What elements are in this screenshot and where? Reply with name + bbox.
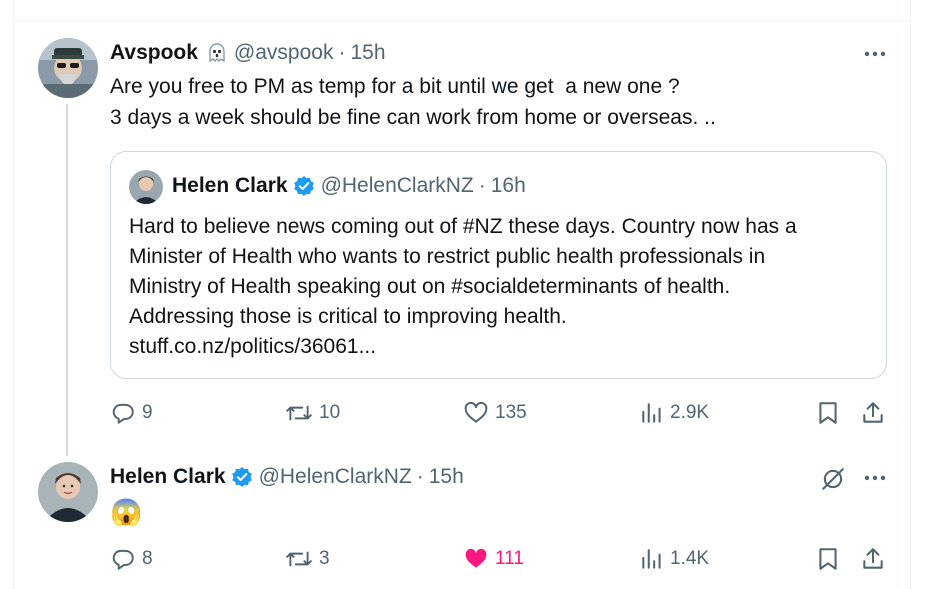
grok-icon	[822, 468, 844, 490]
quoted-tweet[interactable]: Helen Clark @HelenClarkNZ · 16h Hard to …	[110, 151, 887, 379]
separator-dot: ·	[338, 41, 346, 64]
tweet-text: Are you free to PM as temp for a bit unt…	[110, 71, 716, 133]
verified-badge-icon	[231, 466, 253, 488]
author-name[interactable]: Helen Clark	[110, 465, 226, 489]
thread-line	[66, 104, 68, 456]
views-icon	[642, 549, 661, 569]
grok-button[interactable]	[818, 464, 848, 494]
quote-header: Helen Clark @HelenClarkNZ · 16h	[172, 174, 526, 198]
views-icon	[642, 403, 661, 423]
reply-button[interactable]: 9	[110, 400, 153, 426]
quote-timestamp[interactable]: 16h	[491, 174, 526, 198]
share-icon	[863, 402, 883, 423]
quote-author-name[interactable]: Helen Clark	[172, 174, 288, 198]
bookmark-button[interactable]	[816, 546, 840, 572]
verified-badge-icon	[293, 175, 315, 197]
repost-icon	[286, 405, 312, 421]
repost-count: 10	[319, 402, 341, 423]
quote-link[interactable]: stuff.co.nz/politics/36061...	[129, 332, 874, 362]
reply-count: 8	[142, 548, 153, 569]
bookmark-button[interactable]	[816, 400, 840, 426]
quote-line: Ministry of Health speaking out on #soci…	[129, 275, 731, 298]
more-options-button[interactable]	[860, 463, 890, 493]
share-icon	[863, 548, 883, 569]
tweet-header: Helen Clark @HelenClarkNZ · 15h	[110, 465, 464, 489]
timestamp[interactable]: 15h	[350, 41, 385, 65]
separator-dot: ·	[416, 465, 424, 488]
author-name[interactable]: Avspook	[110, 41, 198, 65]
heart-filled-icon	[465, 548, 487, 568]
quote-line: Minister of Health who wants to restrict…	[129, 245, 766, 268]
reply-button[interactable]: 8	[110, 546, 153, 572]
share-button[interactable]	[860, 400, 886, 426]
author-handle[interactable]: @avspook	[234, 41, 334, 65]
tweet-line: 3 days a week should be fine can work fr…	[110, 106, 716, 129]
views-button[interactable]: 1.4K	[640, 546, 709, 572]
tweet-line: Are you free to PM as temp for a bit unt…	[110, 75, 680, 98]
views-button[interactable]: 2.9K	[640, 400, 709, 426]
more-icon	[864, 475, 886, 481]
repost-button[interactable]: 3	[285, 546, 330, 572]
divider	[13, 20, 911, 21]
more-icon	[864, 51, 886, 57]
bookmark-icon	[819, 548, 837, 570]
quote-line: Hard to believe news coming out of #NZ t…	[129, 215, 797, 238]
repost-icon	[286, 551, 312, 567]
scream-emoji: 😱	[110, 497, 143, 527]
like-button[interactable]: 135	[463, 400, 527, 426]
share-button[interactable]	[860, 546, 886, 572]
heart-icon	[464, 401, 488, 423]
avatar-helen-clark	[129, 170, 163, 204]
author-handle[interactable]: @HelenClarkNZ	[259, 465, 412, 489]
more-options-button[interactable]	[860, 39, 890, 69]
views-count: 2.9K	[670, 402, 710, 423]
like-button[interactable]: 111	[463, 546, 524, 572]
reply-icon	[112, 549, 134, 570]
like-count: 135	[495, 402, 527, 423]
repost-button[interactable]: 10	[285, 400, 340, 426]
repost-count: 3	[319, 548, 330, 569]
avatar-avspook[interactable]	[38, 38, 98, 98]
timestamp[interactable]: 15h	[429, 465, 464, 489]
like-count: 111	[495, 548, 524, 569]
bookmark-icon	[819, 402, 837, 424]
reply-count: 9	[142, 402, 153, 423]
quote-text: Hard to believe news coming out of #NZ t…	[129, 212, 874, 362]
separator-dot: ·	[478, 174, 486, 197]
quote-line: Addressing those is critical to improvin…	[129, 305, 567, 328]
ghost-icon	[206, 42, 228, 64]
quote-author-handle[interactable]: @HelenClarkNZ	[321, 174, 474, 198]
reply-icon	[112, 403, 134, 424]
tweet-header: Avspook @avspook · 15h	[110, 41, 386, 65]
avatar-helen-clark[interactable]	[38, 462, 98, 522]
views-count: 1.4K	[670, 548, 710, 569]
